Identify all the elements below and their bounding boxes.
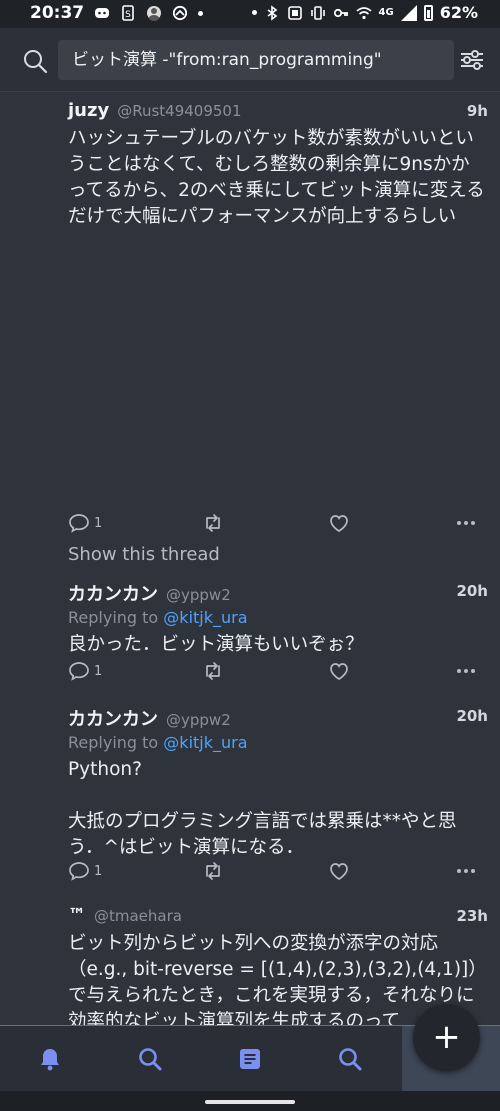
mention-link[interactable]: @kitjk_ura <box>163 733 247 752</box>
bluetooth-icon <box>267 4 277 21</box>
notification-dot-icon <box>251 10 257 15</box>
tweet-actions: 1 <box>68 860 480 888</box>
tweet-time: 20h <box>456 582 488 600</box>
author-name[interactable]: カカンカン <box>68 580 158 606</box>
replying-to-line: Replying to @kitjk_ura <box>68 733 248 752</box>
tweet[interactable]: カカンカン @yppw2 20h Replying to @kitjk_ura … <box>0 705 500 895</box>
more-icon <box>457 669 475 673</box>
signal-icon <box>400 4 417 21</box>
author-handle[interactable]: @yppw2 <box>166 586 231 604</box>
retweet-icon <box>206 514 220 532</box>
svg-text:S: S <box>125 10 131 20</box>
retweet-button[interactable] <box>202 860 224 882</box>
tweet-text: Python? 大抵のプログラミング言語では累乗は**やと思う．^はビット演算に… <box>68 759 457 858</box>
tweet-actions: 1 <box>68 660 480 688</box>
replying-to-line: Replying to @kitjk_ura <box>68 608 248 627</box>
reply-button[interactable]: 1 <box>68 660 102 682</box>
author-name[interactable]: juzy <box>68 100 109 121</box>
author-name[interactable]: カカンカン <box>68 705 158 731</box>
heart-icon <box>330 515 348 532</box>
reply-count: 1 <box>94 515 103 531</box>
tweet[interactable]: カカンカン @yppw2 20h Replying to @kitjk_ura … <box>0 580 500 695</box>
heart-icon <box>330 663 348 680</box>
search-header: ビット演算 -"from:ran_programming" <box>0 28 500 92</box>
search-icon[interactable] <box>337 1046 363 1072</box>
notification-dot-icon <box>198 10 204 16</box>
tweet-text: ハッシュテーブルのバケット数が素数がいいということはなくて、むしろ整数の剰余算に… <box>68 128 485 227</box>
battery-percent: 62% <box>439 3 478 22</box>
author-name[interactable]: ™ <box>68 905 86 926</box>
tweet[interactable]: juzy @Rust49409501 9h ハッシュテーブルのバケット数が素数が… <box>0 100 500 570</box>
search-icon[interactable] <box>137 1046 163 1072</box>
tweet-actions: 1 <box>68 512 480 540</box>
tweet-header: カカンカン @yppw2 20h <box>68 580 488 606</box>
plus-icon: + <box>432 1017 461 1057</box>
show-thread-link[interactable]: Show this thread <box>68 544 220 565</box>
like-button[interactable] <box>328 860 350 882</box>
more-button[interactable] <box>456 516 476 530</box>
status-time: 20:37 <box>30 3 85 23</box>
replying-to-label: Replying to <box>68 733 164 752</box>
author-handle[interactable]: @yppw2 <box>166 711 231 729</box>
reply-icon <box>69 514 89 533</box>
vpn-key-icon <box>333 8 348 17</box>
reply-button[interactable]: 1 <box>68 512 102 534</box>
search-input[interactable]: ビット演算 -"from:ran_programming" <box>58 40 454 80</box>
tweet-text: 良かった．ビット演算もいいぞぉ？ <box>68 634 364 655</box>
tweet-header: juzy @Rust49409501 9h <box>68 100 488 126</box>
more-button[interactable] <box>456 864 476 878</box>
heart-icon <box>330 863 348 880</box>
like-button[interactable] <box>328 512 350 534</box>
tweet-time: 23h <box>456 907 488 925</box>
reply-count: 1 <box>94 663 103 679</box>
retweet-button[interactable] <box>202 512 224 534</box>
discord-icon <box>95 8 110 18</box>
like-button[interactable] <box>328 660 350 682</box>
gesture-handle[interactable] <box>205 1100 295 1104</box>
bell-icon[interactable] <box>37 1046 63 1072</box>
search-icon[interactable] <box>22 48 48 74</box>
tweet-time: 20h <box>456 707 488 725</box>
avatar-icon <box>147 6 162 21</box>
system-navigation <box>0 1091 500 1111</box>
sync-icon <box>173 5 188 21</box>
search-results-timeline[interactable]: juzy @Rust49409501 9h ハッシュテーブルのバケット数が素数が… <box>0 92 500 1025</box>
retweet-button[interactable] <box>202 660 224 682</box>
tweet-header: ™ @tmaehara 23h <box>68 905 488 931</box>
wifi-icon <box>356 6 372 19</box>
nfc-icon <box>287 5 302 20</box>
compose-button[interactable]: + <box>413 1004 480 1071</box>
more-icon <box>457 869 475 873</box>
retweet-icon <box>206 862 220 880</box>
author-handle[interactable]: @tmaehara <box>94 907 182 925</box>
network-type: 4G <box>378 6 394 18</box>
sliders-icon[interactable] <box>458 46 486 74</box>
status-bar: 20:37 S 4G 62% <box>0 0 500 28</box>
reply-icon <box>69 862 89 881</box>
reply-icon <box>69 662 89 681</box>
more-icon <box>457 521 475 525</box>
tweet-time: 9h <box>466 102 488 120</box>
mention-link[interactable]: @kitjk_ura <box>163 608 247 627</box>
notification-icon: S <box>122 5 134 21</box>
author-handle[interactable]: @Rust49409501 <box>117 102 241 120</box>
reply-button[interactable]: 1 <box>68 860 102 882</box>
lists-icon[interactable] <box>237 1046 263 1072</box>
vibrate-icon <box>310 5 325 20</box>
replying-to-label: Replying to <box>68 608 164 627</box>
reply-count: 1 <box>94 863 103 879</box>
tweet-header: カカンカン @yppw2 20h <box>68 705 488 731</box>
retweet-icon <box>206 662 220 680</box>
battery-icon <box>423 4 433 21</box>
more-button[interactable] <box>456 664 476 678</box>
